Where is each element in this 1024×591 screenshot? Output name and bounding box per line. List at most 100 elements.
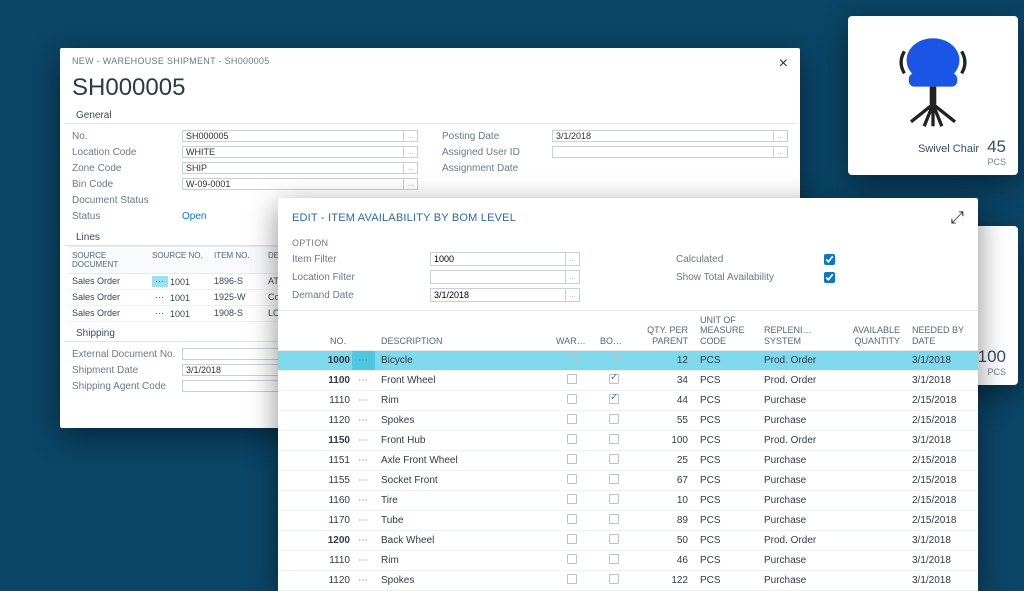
section-general[interactable]: General: [64, 108, 796, 124]
warning-checkbox[interactable]: [567, 454, 577, 464]
row-actions-icon[interactable]: ⋯: [352, 351, 375, 371]
lookup-icon[interactable]: …: [404, 178, 418, 190]
bottleneck-checkbox[interactable]: [609, 454, 619, 464]
breadcrumb: NEW - WAREHOUSE SHIPMENT - SH000005: [72, 56, 270, 66]
cell-uom: PCS: [694, 351, 758, 371]
bottleneck-checkbox[interactable]: [609, 414, 619, 424]
bottleneck-checkbox[interactable]: [609, 394, 619, 404]
table-row[interactable]: 1170⋯Tube89PCSPurchase2/15/2018: [278, 511, 978, 531]
table-row[interactable]: 1160⋯Tire10PCSPurchase2/15/2018: [278, 491, 978, 511]
row-actions-icon[interactable]: ⋯: [352, 391, 375, 411]
table-row[interactable]: 1100⋯Front Wheel34PCSProd. Order3/1/2018: [278, 371, 978, 391]
row-actions-icon[interactable]: ⋯: [352, 491, 375, 511]
row-actions-icon[interactable]: ⋯: [352, 371, 375, 391]
cell-description: Front Wheel: [375, 371, 550, 391]
cell-uom: PCS: [694, 511, 758, 531]
row-actions-icon[interactable]: ⋯: [352, 451, 375, 471]
lookup-icon[interactable]: …: [566, 288, 580, 302]
bottleneck-checkbox[interactable]: [609, 534, 619, 544]
show-total-checkbox[interactable]: [824, 272, 835, 283]
row-actions-icon[interactable]: ⋯: [352, 431, 375, 451]
expand-icon[interactable]: ⤢: [950, 208, 964, 228]
table-row[interactable]: 1120⋯Spokes55PCSPurchase2/15/2018: [278, 411, 978, 431]
table-row[interactable]: 1110⋯Rim46PCSPurchase3/1/2018: [278, 551, 978, 571]
lookup-icon[interactable]: …: [774, 130, 788, 142]
zone-field[interactable]: [182, 162, 404, 174]
item-qty: 100: [978, 347, 1006, 367]
section-option: OPTION: [278, 232, 978, 248]
no-field[interactable]: [182, 130, 404, 142]
cell-uom: PCS: [694, 491, 758, 511]
cell-replenishment: Prod. Order: [758, 431, 836, 451]
row-actions-icon[interactable]: ⋯: [352, 551, 375, 571]
table-row[interactable]: 1151⋯Axle Front Wheel25PCSPurchase2/15/2…: [278, 451, 978, 471]
bottleneck-checkbox[interactable]: [609, 554, 619, 564]
row-actions-icon[interactable]: ⋯: [352, 511, 375, 531]
cell-replenishment: Purchase: [758, 491, 836, 511]
table-row[interactable]: 1110⋯Rim44PCSPurchase2/15/2018: [278, 391, 978, 411]
cell-qty: 44: [634, 391, 694, 411]
bin-field[interactable]: [182, 178, 404, 190]
item-filter-field[interactable]: [430, 252, 566, 266]
assigned-user-field[interactable]: [552, 146, 774, 158]
warning-checkbox[interactable]: [567, 494, 577, 504]
row-actions-icon[interactable]: ⋯: [352, 531, 375, 551]
location-filter-field[interactable]: [430, 270, 566, 284]
cell-replenishment: Purchase: [758, 551, 836, 571]
cell-description: Rim: [375, 551, 550, 571]
location-field[interactable]: [182, 146, 404, 158]
cell-need-date: 3/1/2018: [906, 431, 978, 451]
bottleneck-checkbox[interactable]: [609, 354, 619, 364]
lookup-icon[interactable]: …: [566, 252, 580, 266]
row-actions-icon[interactable]: ⋯: [152, 276, 168, 287]
lookup-icon[interactable]: …: [404, 130, 418, 142]
warning-checkbox[interactable]: [567, 434, 577, 444]
item-card-swivel-chair[interactable]: Swivel Chair45 PCS: [848, 16, 1018, 175]
row-actions-icon[interactable]: ⋯: [352, 571, 375, 591]
bottleneck-checkbox[interactable]: [609, 494, 619, 504]
posting-date-field[interactable]: [552, 130, 774, 142]
table-row[interactable]: 1000⋯Bicycle12PCSProd. Order3/1/2018: [278, 351, 978, 371]
item-availability-window: EDIT - ITEM AVAILABILITY BY BOM LEVEL ⤢ …: [278, 198, 978, 591]
warning-checkbox[interactable]: [567, 534, 577, 544]
table-row[interactable]: 1200⋯Back Wheel50PCSProd. Order3/1/2018: [278, 531, 978, 551]
warning-checkbox[interactable]: [567, 414, 577, 424]
lookup-icon[interactable]: …: [566, 270, 580, 284]
row-actions-icon[interactable]: ⋯: [352, 411, 375, 431]
cell-replenishment: Prod. Order: [758, 371, 836, 391]
cell-description: Tire: [375, 491, 550, 511]
warning-checkbox[interactable]: [567, 394, 577, 404]
demand-date-field[interactable]: [430, 288, 566, 302]
bottleneck-checkbox[interactable]: [609, 434, 619, 444]
row-actions-icon[interactable]: ⋯: [352, 471, 375, 491]
bottleneck-checkbox[interactable]: [609, 514, 619, 524]
warning-checkbox[interactable]: [567, 554, 577, 564]
table-row[interactable]: 1150⋯Front Hub100PCSProd. Order3/1/2018: [278, 431, 978, 451]
calculated-checkbox[interactable]: [824, 254, 835, 265]
cell-description: Spokes: [375, 571, 550, 591]
close-icon[interactable]: ×: [779, 56, 788, 72]
warning-checkbox[interactable]: [567, 474, 577, 484]
lookup-icon[interactable]: …: [404, 162, 418, 174]
cell-replenishment: Purchase: [758, 471, 836, 491]
lookup-icon[interactable]: …: [404, 146, 418, 158]
bottleneck-checkbox[interactable]: [609, 374, 619, 384]
warning-checkbox[interactable]: [567, 354, 577, 364]
lookup-icon[interactable]: …: [774, 146, 788, 158]
cell-qty: 12: [634, 351, 694, 371]
cell-description: Back Wheel: [375, 531, 550, 551]
row-actions-icon[interactable]: ⋯: [152, 308, 168, 319]
warning-checkbox[interactable]: [567, 374, 577, 384]
cell-description: Socket Front: [375, 471, 550, 491]
cell-qty: 50: [634, 531, 694, 551]
cell-replenishment: Purchase: [758, 391, 836, 411]
row-actions-icon[interactable]: ⋯: [152, 292, 168, 303]
bottleneck-checkbox[interactable]: [609, 474, 619, 484]
cell-qty: 25: [634, 451, 694, 471]
warning-checkbox[interactable]: [567, 514, 577, 524]
cell-available: [836, 531, 906, 551]
table-row[interactable]: 1120⋯Spokes122PCSPurchase3/1/2018: [278, 571, 978, 591]
cell-need-date: 2/15/2018: [906, 491, 978, 511]
cell-replenishment: Prod. Order: [758, 351, 836, 371]
table-row[interactable]: 1155⋯Socket Front67PCSPurchase2/15/2018: [278, 471, 978, 491]
